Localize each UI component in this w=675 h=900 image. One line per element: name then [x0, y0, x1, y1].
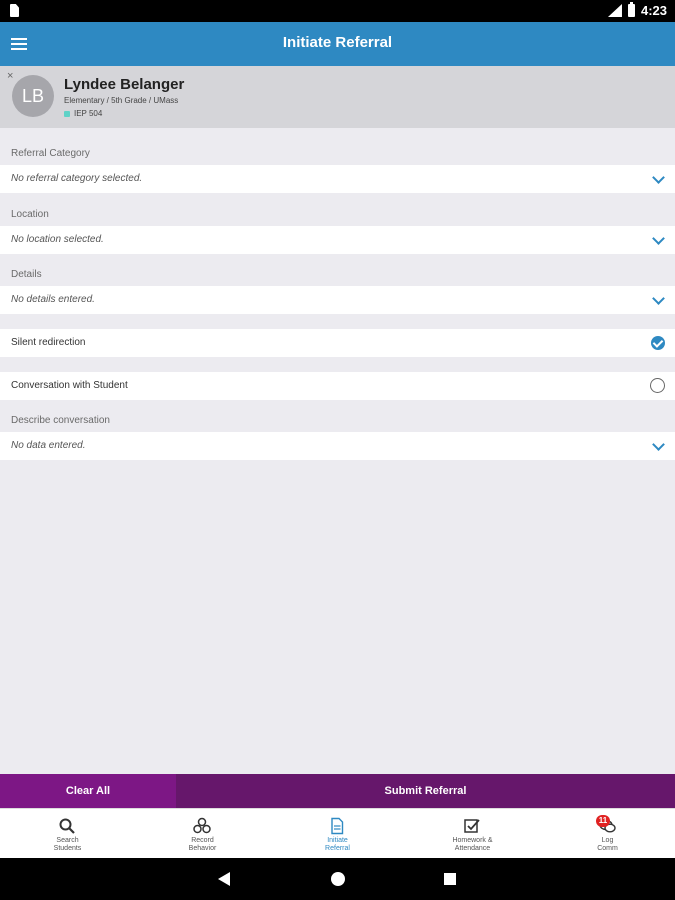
- location-value: No location selected.: [11, 234, 104, 245]
- describe-conversation-value: No data entered.: [11, 440, 86, 451]
- battery-icon: [627, 2, 635, 17]
- submit-referral-button[interactable]: Submit Referral: [176, 774, 675, 808]
- location-label: Location: [11, 209, 49, 220]
- action-bar: Clear All Submit Referral: [0, 774, 675, 808]
- nav-label: Search Students: [53, 837, 82, 852]
- status-bar: 4:23: [0, 0, 675, 22]
- chevron-down-icon: [652, 171, 665, 184]
- status-time: 4:23: [640, 3, 667, 18]
- chevron-down-icon: [652, 232, 665, 245]
- sim-card-icon: [10, 4, 19, 17]
- avatar: LB: [12, 75, 54, 117]
- chevron-down-icon: [652, 292, 665, 305]
- page-title: Initiate Referral: [282, 34, 393, 51]
- search-icon: [59, 818, 75, 834]
- bottom-nav: Search Students Record Behavior Initiate Re…: [0, 808, 675, 859]
- app-bar: Initiate Referral: [0, 22, 675, 66]
- nav-record-behavior[interactable]: Record Behavior: [135, 809, 270, 859]
- back-icon[interactable]: [218, 872, 230, 886]
- tag-indicator-icon: [64, 110, 70, 117]
- chevron-down-icon: [652, 438, 665, 451]
- nav-label: Homework & Attendance: [452, 837, 493, 852]
- nav-homework-attendance[interactable]: Homework & Attendance: [405, 809, 540, 859]
- referral-category-dropdown[interactable]: No referral category selected.: [0, 165, 675, 193]
- student-tags-text: IEP 504: [74, 109, 103, 118]
- describe-conversation-label: Describe conversation: [11, 415, 110, 426]
- student-subtitle: Elementary / 5th Grade / UMass: [64, 96, 179, 105]
- checked-circle-icon[interactable]: [651, 336, 665, 350]
- silent-redirection-label: Silent redirection: [11, 337, 86, 348]
- nav-label: Initiate Referral: [325, 837, 350, 852]
- student-tags: IEP 504: [64, 109, 102, 118]
- behavior-icon: [193, 817, 211, 834]
- conversation-label: Conversation with Student: [11, 380, 128, 391]
- student-name: Lyndee Belanger: [64, 76, 185, 93]
- conversation-option[interactable]: Conversation with Student: [0, 372, 675, 400]
- recent-apps-icon[interactable]: [444, 873, 456, 885]
- nav-log-comm[interactable]: 11 Log Comm: [540, 809, 675, 859]
- silent-redirection-option[interactable]: Silent redirection: [0, 329, 675, 357]
- details-dropdown[interactable]: No details entered.: [0, 286, 675, 314]
- system-navigation-bar: [0, 858, 675, 900]
- nav-search-students[interactable]: Search Students: [0, 809, 135, 859]
- nav-initiate-referral[interactable]: Initiate Referral: [270, 809, 405, 859]
- details-value: No details entered.: [11, 294, 95, 305]
- home-icon[interactable]: [331, 872, 345, 886]
- nav-label: Record Behavior: [188, 837, 217, 852]
- unchecked-circle-icon[interactable]: [650, 378, 665, 393]
- document-icon: [331, 817, 344, 835]
- notification-badge: 11: [596, 815, 610, 827]
- details-label: Details: [11, 269, 42, 280]
- referral-category-label: Referral Category: [11, 148, 90, 159]
- checkbox-icon: [464, 819, 480, 833]
- describe-conversation-dropdown[interactable]: No data entered.: [0, 432, 675, 460]
- clear-all-button[interactable]: Clear All: [0, 774, 176, 808]
- signal-icon: [607, 4, 622, 17]
- referral-category-value: No referral category selected.: [11, 173, 143, 184]
- close-icon[interactable]: ×: [7, 71, 13, 82]
- student-header: × LB Lyndee Belanger Elementary / 5th Gr…: [0, 66, 675, 128]
- location-dropdown[interactable]: No location selected.: [0, 226, 675, 254]
- nav-label: Log Comm: [597, 837, 618, 852]
